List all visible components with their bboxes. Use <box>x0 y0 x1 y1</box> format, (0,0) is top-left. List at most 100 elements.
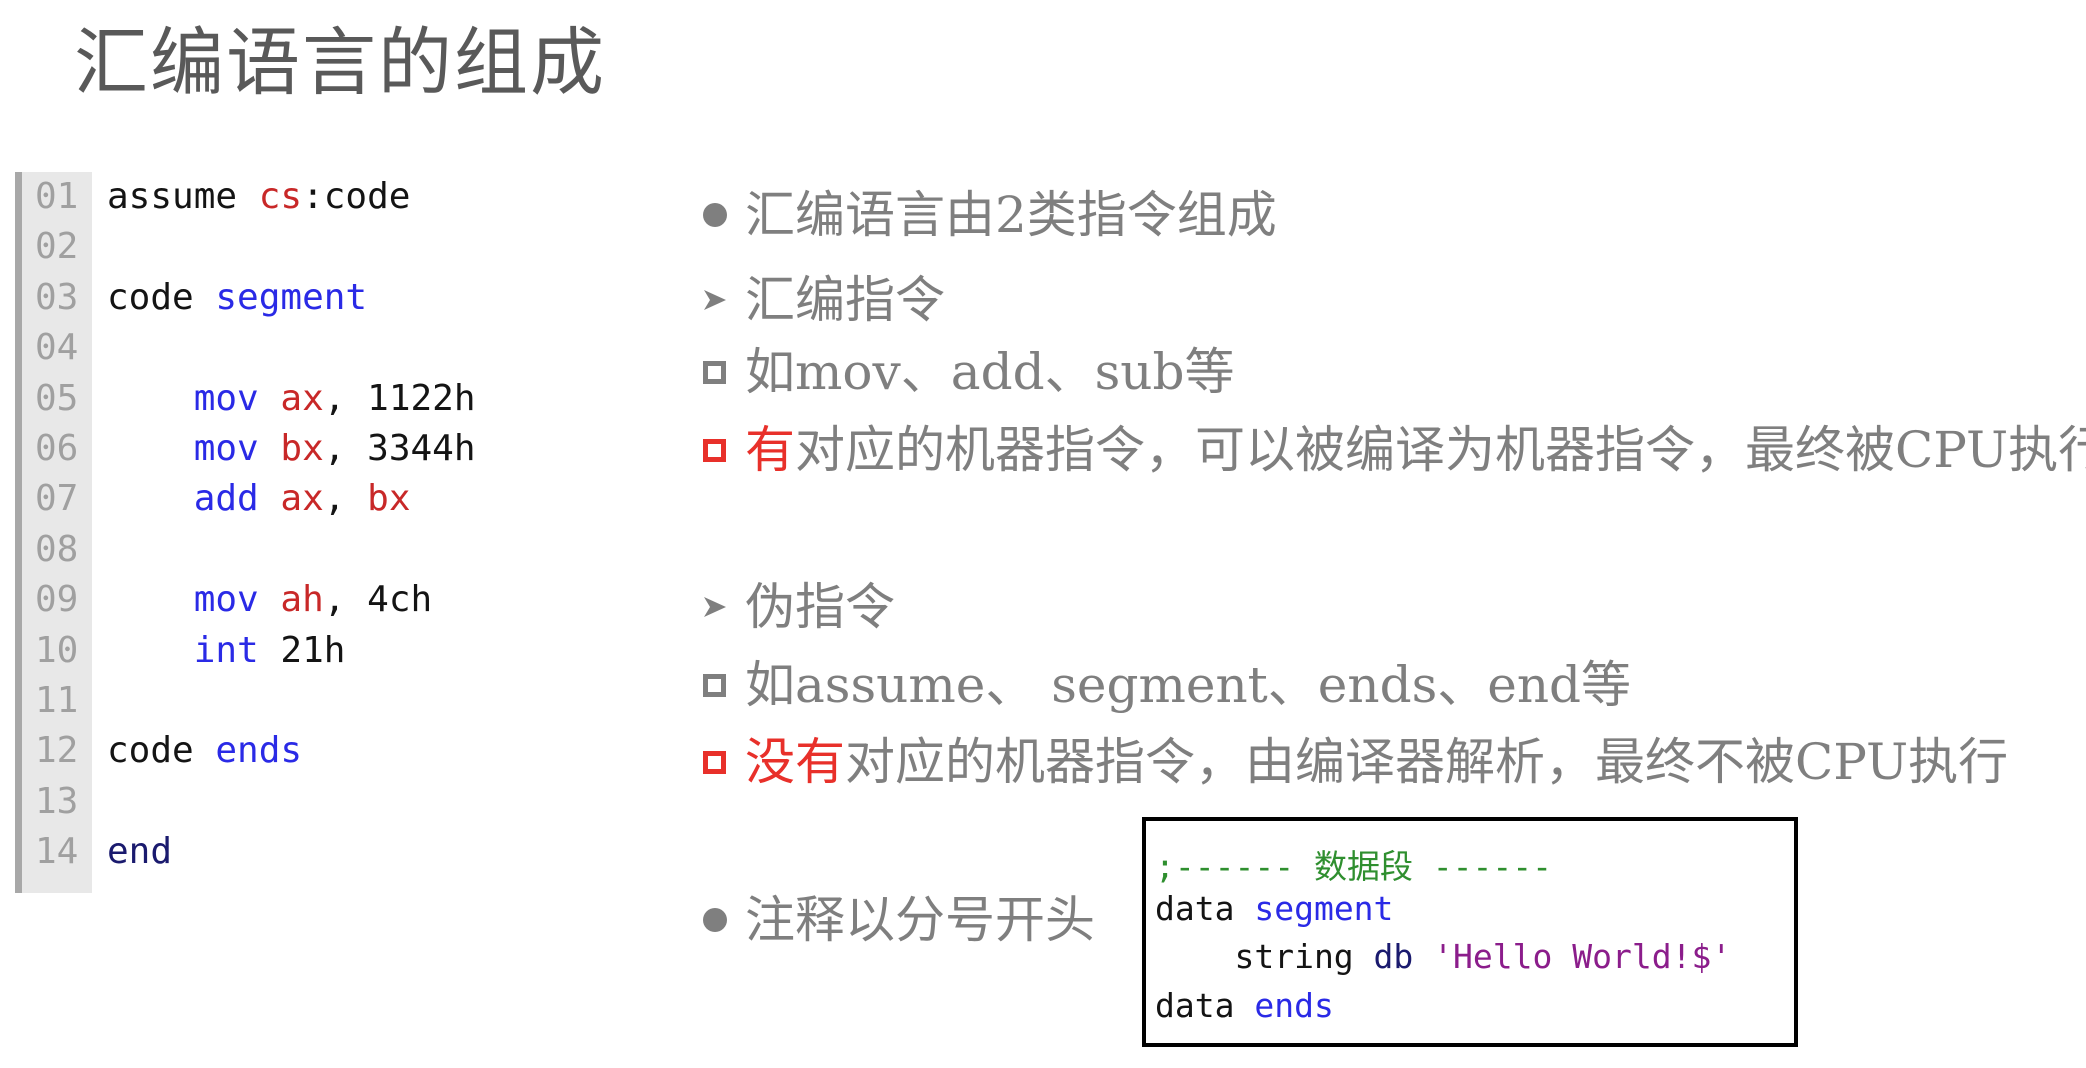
dot-icon <box>700 888 730 952</box>
line-number: 07 <box>35 478 79 520</box>
code-line: 08 <box>15 525 575 575</box>
code-text: end <box>107 827 172 877</box>
code-token: , <box>323 377 368 419</box>
code-text: mov ax, 1122h <box>107 374 476 424</box>
square-icon <box>700 653 730 717</box>
code-line: 05 mov ax, 1122h <box>15 374 575 424</box>
code-line: 06 mov bx, 3344h <box>15 424 575 474</box>
red-square-icon <box>700 418 730 482</box>
code-text: code ends <box>107 726 302 776</box>
bullet-text: 如assume、 segment、ends、end等 <box>745 653 1631 717</box>
code-token: cs <box>258 176 303 217</box>
code-token: 21h <box>280 629 346 671</box>
line-number: 04 <box>35 327 79 369</box>
slide-title: 汇编语言的组成 <box>74 20 606 106</box>
line-number: 10 <box>35 629 79 671</box>
code-token: end <box>107 831 173 873</box>
bullet-label: 注释以分号开头 <box>745 891 1095 949</box>
bullet-label: 如mov、add、sub等 <box>745 343 1235 401</box>
square-icon <box>700 340 730 404</box>
bullet-text: 汇编指令 <box>745 268 945 332</box>
code-line: 09 mov ah, 4ch <box>15 575 575 625</box>
line-number: 14 <box>35 831 79 873</box>
arrow-icon <box>700 268 730 332</box>
code-line: 13 <box>15 777 575 827</box>
bullet-label: 汇编语言由2类指令组成 <box>745 186 1277 244</box>
code-token: string <box>1155 937 1374 976</box>
code-text: mov ah, 4ch <box>107 575 432 625</box>
line-number: 01 <box>35 176 79 217</box>
code-token: segment <box>1254 889 1394 928</box>
code-token: ah <box>280 579 324 621</box>
arrow-icon <box>700 575 730 639</box>
bullet-label: 对应的机器指令，由编译器解析，最终不被CPU执行 <box>845 733 2009 791</box>
snippet-line: string db 'Hello World!$' <box>1155 933 1731 981</box>
line-number: 09 <box>35 579 79 621</box>
code-token: add <box>193 478 259 520</box>
code-line: 04 <box>15 323 575 373</box>
snippet-line: data segment <box>1155 885 1393 933</box>
line-number: 05 <box>35 377 79 419</box>
code-token: ;------ 数据段 ------ <box>1155 847 1553 886</box>
bullet-text: 没有对应的机器指令，由编译器解析，最终不被CPU执行 <box>745 730 2008 794</box>
code-text: mov bx, 3344h <box>107 424 476 474</box>
code-token: 3344h <box>367 428 476 469</box>
bullet-label: 如assume、 segment、ends、end等 <box>745 656 1632 714</box>
line-number: 11 <box>35 680 79 721</box>
code-token: , <box>323 428 368 469</box>
code-token: bx <box>367 478 411 520</box>
bullet-text: 有对应的机器指令，可以被编译为机器指令，最终被CPU执行 <box>745 418 2086 482</box>
dot-icon <box>700 183 730 247</box>
code-token: mov <box>193 428 259 469</box>
code-token: ax <box>280 478 324 520</box>
code-text: code segment <box>107 273 367 323</box>
code-text: assume cs:code <box>107 172 410 222</box>
code-line: 01 assume cs:code <box>15 172 575 222</box>
code-text: int 21h <box>107 626 346 676</box>
code-token: 4ch <box>367 579 433 621</box>
code-line: 14 end <box>15 827 575 877</box>
code-token: int <box>193 629 259 671</box>
code-text: add ax, bx <box>107 474 411 524</box>
bullet-text: 注释以分号开头 <box>745 888 1095 952</box>
code-token: bx <box>280 428 324 469</box>
code-line: 12 code ends <box>15 726 575 776</box>
code-token: 'Hello World!$' <box>1433 937 1732 976</box>
code-token: data <box>1155 889 1255 928</box>
code-token: code <box>107 276 216 318</box>
code-token: code <box>107 730 216 772</box>
code-token: ax <box>280 377 324 419</box>
line-number: 06 <box>35 428 79 469</box>
code-line: 10 int 21h <box>15 626 575 676</box>
code-token: mov <box>193 377 259 419</box>
code-token: db <box>1373 937 1414 976</box>
line-number: 03 <box>35 276 79 318</box>
line-number: 02 <box>35 226 79 268</box>
comment-example-box: ;------ 数据段 ------ data segment string db… <box>1142 817 1798 1047</box>
line-number: 13 <box>35 780 79 822</box>
code-line: 07 add ax, bx <box>15 474 575 524</box>
code-token: 1122h <box>367 377 476 419</box>
bullet-text: 伪指令 <box>745 575 895 639</box>
bullet-text: 如mov、add、sub等 <box>745 340 1234 404</box>
code-listing: 01 assume cs:code 02 03 code segment 04 05 mov… <box>15 172 515 893</box>
snippet-line: ;------ 数据段 ------ <box>1155 843 1552 891</box>
code-token: data <box>1155 986 1255 1025</box>
code-line: 11 <box>15 676 575 726</box>
code-token: :code <box>302 176 411 217</box>
line-number: 08 <box>35 528 79 570</box>
code-token: , <box>323 478 368 520</box>
code-line: 02 <box>15 222 575 272</box>
bullet-text: 汇编语言由2类指令组成 <box>745 183 1277 247</box>
code-token: , <box>323 579 368 621</box>
snippet-line: data ends <box>1155 982 1334 1030</box>
